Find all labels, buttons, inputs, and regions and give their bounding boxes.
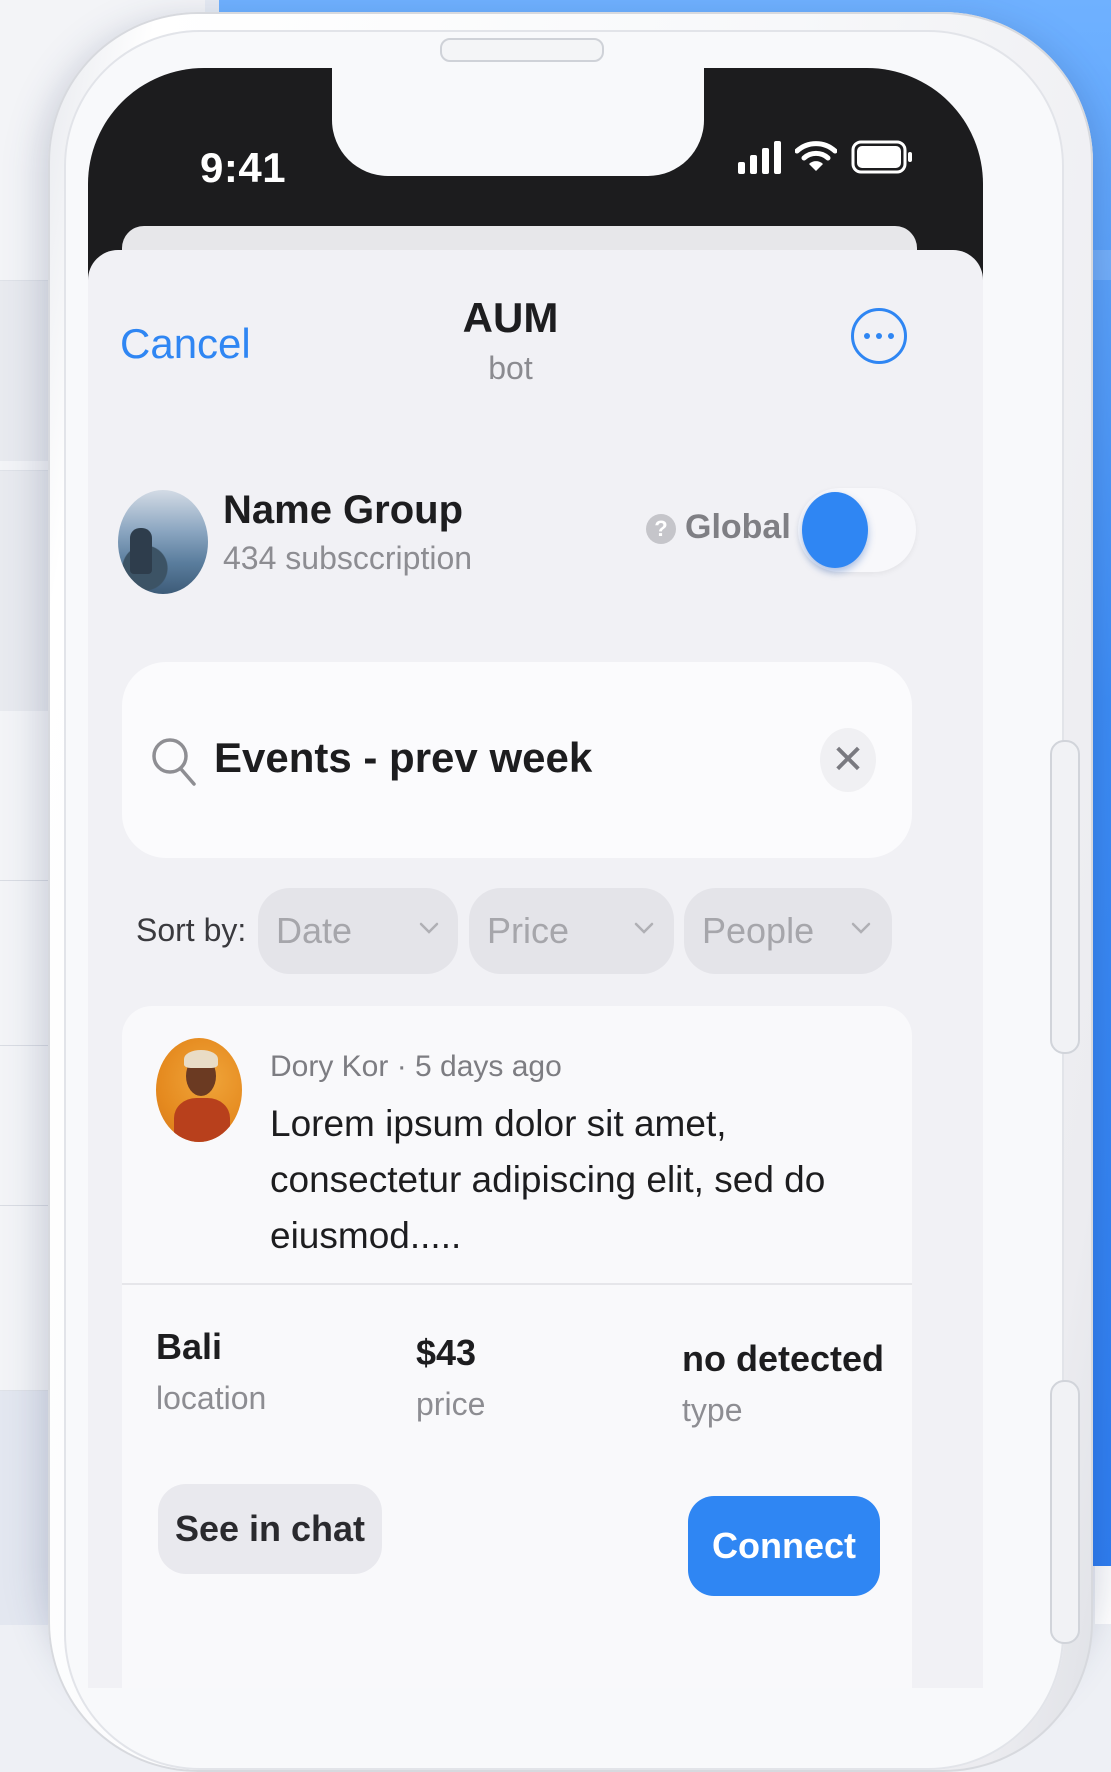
chevron-down-icon (419, 922, 439, 934)
author-avatar[interactable] (156, 1038, 242, 1142)
nav-title: AUM (462, 294, 559, 341)
post-card: Dory Kor · 5 days ago Lorem ipsum dolor … (122, 1006, 912, 1688)
status-icons (738, 138, 913, 174)
group-name: Name Group (223, 488, 464, 532)
stat-price: $43 price (416, 1332, 485, 1423)
wifi-icon (795, 141, 837, 171)
chevron-down-icon (634, 922, 654, 934)
close-icon: ✕ (831, 738, 865, 782)
chevron-down-icon (851, 922, 871, 934)
sort-label: Sort by: (136, 912, 247, 948)
global-toggle[interactable] (798, 488, 916, 572)
notch (332, 68, 704, 176)
battery-icon (851, 140, 912, 174)
card-divider (122, 1283, 912, 1285)
stat-label: location (156, 1380, 267, 1416)
post-text: Lorem ipsum dolor sit amet, consectetur … (270, 1103, 826, 1256)
phone-screen: 9:41 Cancel AUM bot Name Group 434 subsc… (88, 68, 983, 1688)
clear-search-button[interactable]: ✕ (820, 728, 876, 792)
search-query[interactable]: Events - prev week (214, 734, 592, 782)
sort-chip-label: People (702, 910, 815, 951)
stat-type: no detected type (682, 1338, 884, 1429)
sort-chip-label: Date (276, 910, 353, 951)
stat-value: $43 (416, 1332, 477, 1373)
search-field[interactable]: Events - prev week ✕ (122, 662, 912, 858)
post-meta: Dory Kor · 5 days ago (270, 1050, 562, 1083)
stat-label: type (682, 1392, 743, 1428)
bottom-sheet: Cancel AUM bot Name Group 434 subsccript… (88, 250, 983, 1688)
stat-value: no detected (682, 1338, 885, 1379)
sort-chip-people[interactable]: People (684, 888, 892, 974)
side-button (1050, 1380, 1080, 1644)
stat-label: price (416, 1386, 486, 1422)
speaker-grille (440, 38, 604, 62)
more-options-button[interactable] (851, 308, 907, 364)
sort-chip-price[interactable]: Price (469, 888, 674, 974)
help-icon[interactable]: ? (646, 514, 676, 544)
sort-chip-label: Price (487, 910, 570, 951)
toggle-knob (802, 492, 868, 568)
stat-value: Bali (156, 1326, 223, 1367)
status-time: 9:41 (200, 144, 287, 191)
group-avatar[interactable] (118, 490, 208, 594)
global-label: Global (685, 508, 791, 546)
sort-chip-date[interactable]: Date (258, 888, 458, 974)
nav-subtitle: bot (488, 350, 533, 386)
connect-button[interactable]: Connect (688, 1496, 880, 1596)
ellipsis-circle-icon (864, 333, 870, 339)
see-in-chat-button[interactable]: See in chat (158, 1484, 382, 1574)
side-button (1050, 740, 1080, 1054)
signal-icon (738, 138, 781, 174)
search-icon (152, 738, 196, 786)
stat-location: Bali location (156, 1326, 266, 1417)
group-subscriptions: 434 subsccription (223, 540, 473, 576)
